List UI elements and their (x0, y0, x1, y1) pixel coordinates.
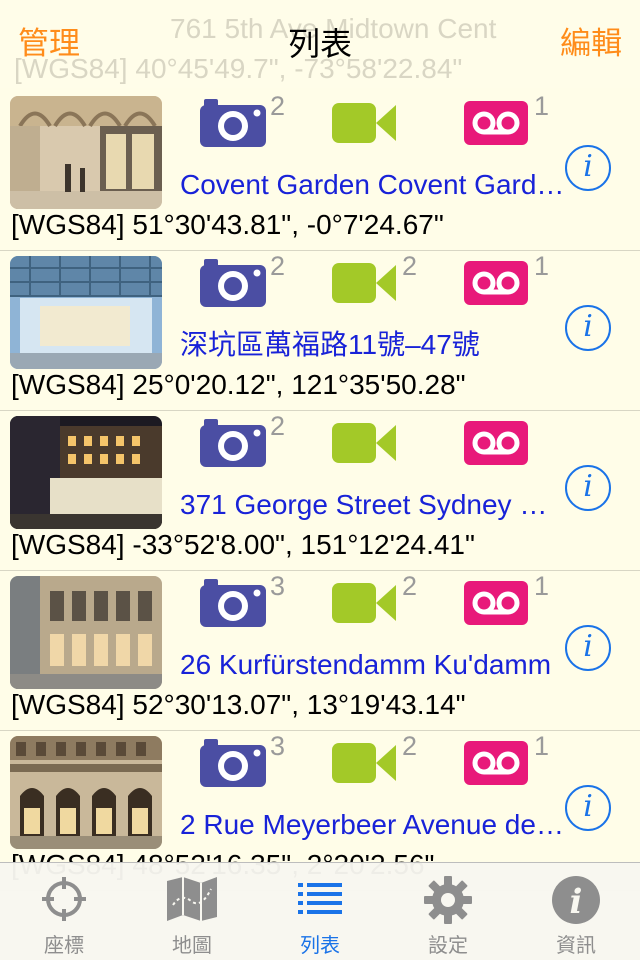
photo-attachment[interactable]: 3 (200, 731, 290, 801)
location-coordinates: [WGS84] 51°30'43.81", -0°7'24.67" (11, 209, 444, 240)
photo-count: 2 (270, 411, 286, 441)
audio-count: 1 (534, 91, 550, 121)
tab-settings[interactable]: 設定 (384, 863, 512, 960)
photo-count: 2 (270, 91, 286, 121)
info-icon[interactable]: i (565, 625, 611, 671)
video-attachment[interactable] (332, 411, 422, 481)
list-item[interactable]: 2 1 Covent Garden Covent Garden i [WGS84… (0, 91, 640, 251)
list-item[interactable]: 3 2 1 26 Kurfürstendamm Ku'damm i [WGS84… (0, 571, 640, 731)
camera-icon (200, 99, 266, 147)
video-camera-icon (332, 99, 398, 147)
voicemail-icon (464, 259, 530, 307)
audio-attachment[interactable]: 1 (464, 251, 554, 321)
edit-button[interactable]: 編輯 (560, 22, 622, 66)
list-item[interactable]: 2 2 1 深坑區萬福路11號–47號 i [WGS84] 25°0'20.12… (0, 251, 640, 411)
audio-attachment[interactable]: 1 (464, 571, 554, 641)
tab-info[interactable]: i 資訊 (512, 863, 640, 960)
location-thumbnail[interactable] (10, 736, 162, 849)
navigation-bar: 761 5th Ave Midtown Cent [WGS84] 40°45'4… (0, 0, 640, 88)
audio-count: 1 (534, 571, 550, 601)
page-title: 列表 (287, 25, 352, 63)
video-attachment[interactable] (332, 91, 422, 161)
tab-bar: 座標 地圖 列表 設定 i 資訊 (0, 862, 640, 960)
tab-label: 列表 (300, 933, 340, 957)
audio-count: 1 (534, 251, 550, 281)
crosshair-icon (42, 877, 86, 921)
video-camera-icon (332, 579, 398, 627)
video-camera-icon (332, 739, 398, 787)
video-count: 2 (402, 571, 418, 601)
voicemail-icon (464, 579, 530, 627)
video-camera-icon (332, 259, 398, 307)
tab-label: 座標 (44, 933, 84, 957)
audio-attachment[interactable]: 1 (464, 91, 554, 161)
video-attachment[interactable]: 2 (332, 571, 422, 641)
location-address[interactable]: 26 Kurfürstendamm Ku'damm (180, 645, 565, 685)
location-address[interactable]: 2 Rue Meyerbeer Avenue de l'Opéra (180, 805, 565, 845)
location-thumbnail[interactable] (10, 96, 162, 209)
tab-label: 地圖 (172, 933, 212, 957)
camera-icon (200, 739, 266, 787)
video-attachment[interactable]: 2 (332, 251, 422, 321)
photo-count: 2 (270, 251, 286, 281)
location-address[interactable]: Covent Garden Covent Garden (180, 165, 565, 205)
tab-map[interactable]: 地圖 (128, 863, 256, 960)
map-icon (167, 877, 217, 921)
photo-attachment[interactable]: 2 (200, 91, 290, 161)
tab-coordinates[interactable]: 座標 (0, 863, 128, 960)
camera-icon (200, 259, 266, 307)
photo-count: 3 (270, 571, 286, 601)
info-icon[interactable]: i (565, 145, 611, 191)
info-icon: i (552, 876, 600, 924)
location-coordinates: [WGS84] -33°52'8.00", 151°12'24.41" (11, 529, 475, 560)
video-count: 2 (402, 251, 418, 281)
info-icon[interactable]: i (565, 465, 611, 511)
info-icon[interactable]: i (565, 305, 611, 351)
camera-icon (200, 419, 266, 467)
location-thumbnail[interactable] (10, 576, 162, 689)
photo-attachment[interactable]: 2 (200, 411, 290, 481)
photo-count: 3 (270, 731, 286, 761)
audio-attachment[interactable]: 1 (464, 731, 554, 801)
voicemail-icon (464, 419, 530, 467)
info-icon[interactable]: i (565, 785, 611, 831)
list-item[interactable]: 2 371 George Street Sydney NSW i [WGS84]… (0, 411, 640, 571)
gear-icon (424, 876, 472, 924)
voicemail-icon (464, 739, 530, 787)
location-coordinates: [WGS84] 25°0'20.12", 121°35'50.28" (11, 369, 466, 400)
video-count: 2 (402, 731, 418, 761)
location-list: 2 1 Covent Garden Covent Garden i [WGS84… (0, 91, 640, 891)
photo-attachment[interactable]: 2 (200, 251, 290, 321)
photo-attachment[interactable]: 3 (200, 571, 290, 641)
tab-label: 資訊 (556, 933, 596, 957)
location-thumbnail[interactable] (10, 256, 162, 369)
location-address[interactable]: 371 George Street Sydney NSW (180, 485, 565, 525)
location-address[interactable]: 深坑區萬福路11號–47號 (180, 325, 565, 365)
audio-count: 1 (534, 731, 550, 761)
video-camera-icon (332, 419, 398, 467)
svg-text:i: i (570, 882, 583, 922)
voicemail-icon (464, 99, 530, 147)
tab-label: 設定 (428, 933, 468, 957)
camera-icon (200, 579, 266, 627)
location-thumbnail[interactable] (10, 416, 162, 529)
video-attachment[interactable]: 2 (332, 731, 422, 801)
location-coordinates: [WGS84] 52°30'13.07", 13°19'43.14" (11, 689, 466, 720)
tab-list[interactable]: 列表 (256, 863, 384, 960)
audio-attachment[interactable] (464, 411, 554, 481)
list-icon (298, 883, 342, 914)
